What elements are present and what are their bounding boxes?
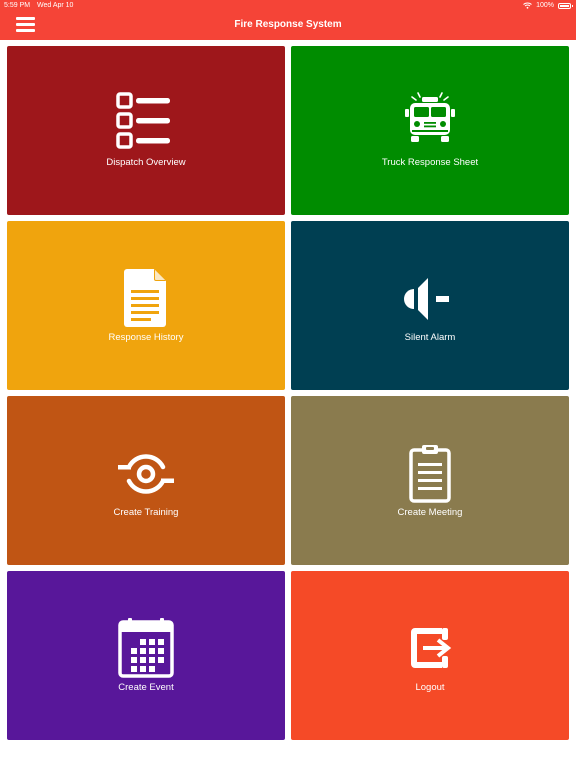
truck-response-sheet-tile[interactable]: Truck Response Sheet	[291, 46, 569, 215]
status-time: 5:59 PM	[4, 2, 31, 9]
tile-grid: Dispatch Overview Truck Response Sheet R…	[7, 46, 569, 740]
top-bar: 5:59 PM Wed Apr 10 100% Fire Response Sy…	[0, 0, 576, 40]
tile-label: Silent Alarm	[404, 332, 456, 343]
tile-label: Truck Response Sheet	[381, 157, 479, 168]
speaker-muted-icon	[398, 266, 462, 330]
tile-label: Logout	[415, 682, 445, 693]
training-target-icon	[114, 441, 178, 505]
wifi-icon	[523, 2, 532, 9]
fire-truck-icon	[398, 91, 462, 155]
create-training-tile[interactable]: Create Training	[7, 396, 285, 565]
dispatch-overview-tile[interactable]: Dispatch Overview	[7, 46, 285, 215]
document-icon	[114, 266, 178, 330]
status-bar: 5:59 PM Wed Apr 10 100%	[0, 0, 576, 11]
logout-tile[interactable]: Logout	[291, 571, 569, 740]
battery-icon	[558, 2, 573, 9]
battery-percent: 100%	[536, 2, 554, 9]
tile-label: Create Training	[113, 507, 179, 518]
clipboard-icon	[398, 441, 462, 505]
logout-icon	[398, 616, 462, 680]
response-history-tile[interactable]: Response History	[7, 221, 285, 390]
calendar-icon	[114, 616, 178, 680]
status-right: 100%	[523, 0, 573, 11]
checklist-icon	[114, 91, 178, 155]
tile-label: Response History	[108, 332, 184, 343]
create-meeting-tile[interactable]: Create Meeting	[291, 396, 569, 565]
silent-alarm-tile[interactable]: Silent Alarm	[291, 221, 569, 390]
status-date: Wed Apr 10	[37, 2, 74, 9]
page-title: Fire Response System	[234, 19, 342, 30]
tile-label: Dispatch Overview	[106, 157, 186, 168]
tile-label: Create Meeting	[397, 507, 463, 518]
tile-label: Create Event	[118, 682, 174, 693]
create-event-tile[interactable]: Create Event	[7, 571, 285, 740]
